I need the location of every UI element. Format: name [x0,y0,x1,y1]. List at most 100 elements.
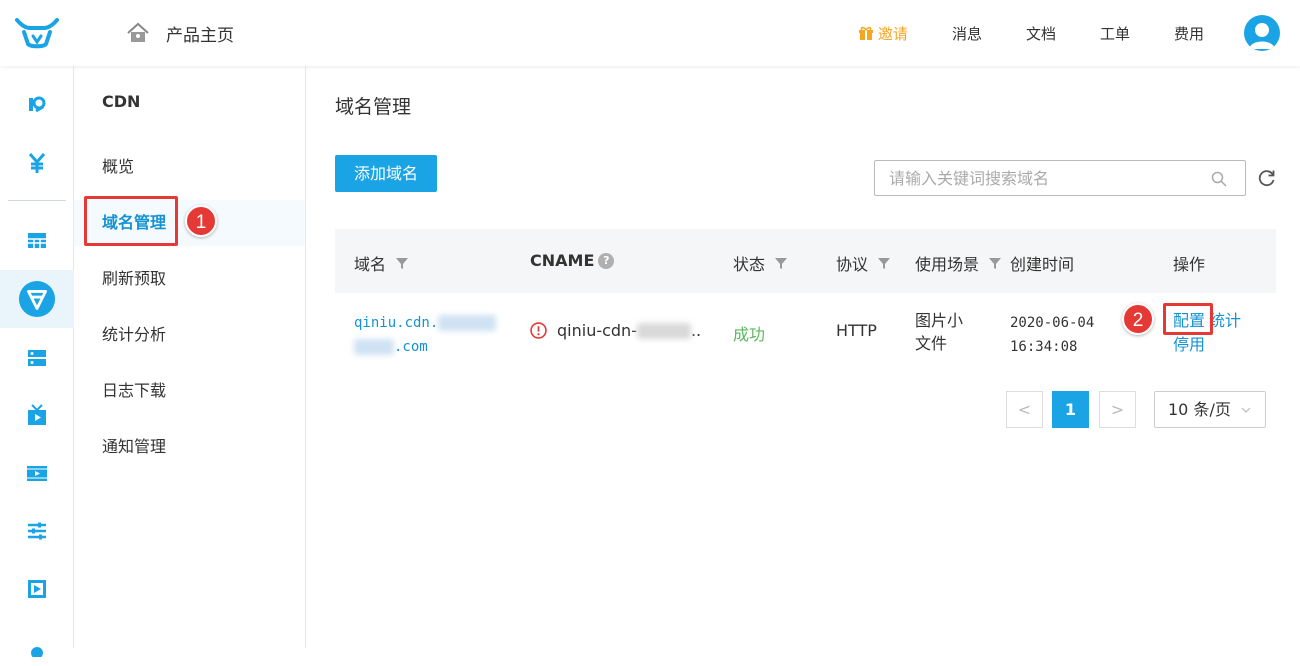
top-bar: 产品主页 邀请 消息 文档 工单 费用 [0,0,1300,66]
qiniu-k-icon [29,96,46,113]
column-actions-label: 操作 [1173,255,1206,274]
disable-action-link[interactable]: 停用 [1173,335,1205,354]
product-home-link[interactable]: 产品主页 [126,20,234,46]
domain-suffix: .com [394,339,428,355]
cname-value: qiniu-cdn- [557,321,637,340]
rail-item-video[interactable] [0,453,74,493]
sidebar-item-statistics[interactable]: 统计分析 [74,312,305,358]
scene-value: 图片小 文件 [915,309,963,355]
column-protocol-label: 协议 [836,255,869,274]
domain-search-box [874,160,1246,196]
user-icon [1249,23,1275,49]
domain-prefix: qiniu.cdn. [354,315,439,331]
rail-item-more[interactable] [0,626,74,666]
page-size-select[interactable]: 10 条/页 [1154,391,1266,428]
cname-redacted [636,322,691,339]
annotation-badge-1: 1 [185,205,217,237]
video-icon [27,466,47,481]
column-domain: 域名 [354,251,409,275]
column-status-label: 状态 [733,255,766,274]
more-icon [31,647,43,657]
column-status: 状态 [733,251,788,275]
rail-item-live[interactable] [0,395,74,435]
filter-icon[interactable] [396,257,409,269]
domain-search-input[interactable] [875,161,1195,195]
scene-line-1: 图片小 [915,311,964,330]
search-icon[interactable] [1211,171,1227,187]
scene-line-2: 文件 [915,334,948,353]
pagination-next-button[interactable]: > [1099,391,1136,428]
cname-cell: qiniu-cdn-.. [530,321,701,340]
sidebar-item-notifications[interactable]: 通知管理 [74,424,305,470]
column-domain-label: 域名 [354,255,387,274]
column-cname: CNAME ? [530,251,615,270]
pagination-page-1[interactable]: 1 [1052,391,1089,428]
sidebar-title: CDN [102,92,141,111]
nav-tickets[interactable]: 工单 [1100,23,1130,44]
filter-icon[interactable] [775,257,788,269]
page-size-value: 10 条/页 [1168,400,1231,419]
column-scene: 使用场景 [915,251,1002,275]
add-domain-button[interactable]: 添加域名 [335,155,437,192]
column-scene-label: 使用场景 [915,255,980,274]
rail-item-dashboard[interactable] [0,220,74,260]
rail-item-finance[interactable] [0,143,74,183]
column-created-label: 创建时间 [1010,255,1075,274]
annotation-badge-2: 2 [1122,303,1154,335]
rail-item-kodo[interactable] [0,84,74,124]
settings-sliders-icon [28,522,46,540]
product-sidebar: CDN 概览 域名管理 刷新预取 统计分析 日志下载 通知管理 1 [74,66,306,648]
rail-item-media[interactable] [0,569,74,609]
rail-item-storage[interactable] [0,338,74,378]
rail-item-cdn[interactable] [0,279,74,319]
yen-icon [28,153,46,173]
nav-billing[interactable]: 费用 [1174,23,1204,44]
domain-redacted [354,339,394,355]
chevron-down-icon [1241,407,1251,413]
column-created: 创建时间 [1010,251,1074,275]
home-icon [127,22,149,42]
product-home-label: 产品主页 [166,25,234,46]
stats-action-link[interactable]: 统计 [1209,311,1241,330]
cdn-icon [18,280,56,318]
created-time: 16:34:08 [1010,339,1078,355]
gift-icon [858,26,873,40]
domain-link[interactable]: qiniu.cdn. .com [354,311,499,359]
cname-ellipsis: .. [690,321,702,340]
help-icon[interactable]: ? [598,252,615,269]
created-date: 2020-06-04 [1010,315,1095,331]
grid-icon [28,233,46,248]
config-action-link[interactable]: 配置 [1173,311,1205,330]
qiniu-logo-icon[interactable] [14,16,60,50]
pagination-prev-button[interactable]: < [1006,391,1043,428]
rail-item-settings[interactable] [0,511,74,551]
nav-messages[interactable]: 消息 [952,23,982,44]
nav-invite[interactable]: 邀请 [858,23,908,44]
actions-cell: 配置 统计 停用 [1173,309,1241,357]
sidebar-item-log-download[interactable]: 日志下载 [74,368,305,414]
filter-icon[interactable] [989,257,1002,269]
sidebar-item-overview[interactable]: 概览 [74,144,305,190]
product-icon-rail [0,66,74,657]
filter-icon[interactable] [878,257,891,269]
status-badge: 成功 [733,325,766,344]
main-content: 域名管理 添加域名 域名 CNAME ? 状态 协议 使用场景 [306,66,1300,648]
storage-icon [28,350,46,366]
table-header: 域名 CNAME ? 状态 协议 使用场景 创建时间 操作 [335,229,1276,293]
table-row: qiniu.cdn. .com qiniu-cdn-.. 成功 HTTP 图片小… [335,293,1276,373]
nav-docs[interactable]: 文档 [1026,23,1056,44]
column-actions: 操作 [1173,251,1205,275]
sidebar-item-refresh-prefetch[interactable]: 刷新预取 [74,256,305,302]
warning-icon[interactable] [530,322,547,339]
refresh-icon[interactable] [1257,168,1277,188]
domain-redacted [438,315,497,331]
play-icon [28,580,46,598]
column-protocol: 协议 [836,251,891,275]
protocol-value: HTTP [836,321,877,340]
top-nav: 邀请 消息 文档 工单 费用 [814,0,1300,66]
avatar[interactable] [1244,15,1280,51]
nav-invite-label: 邀请 [877,24,908,43]
column-cname-label: CNAME [530,251,595,270]
rail-divider [8,200,66,201]
page-title: 域名管理 [335,96,412,118]
